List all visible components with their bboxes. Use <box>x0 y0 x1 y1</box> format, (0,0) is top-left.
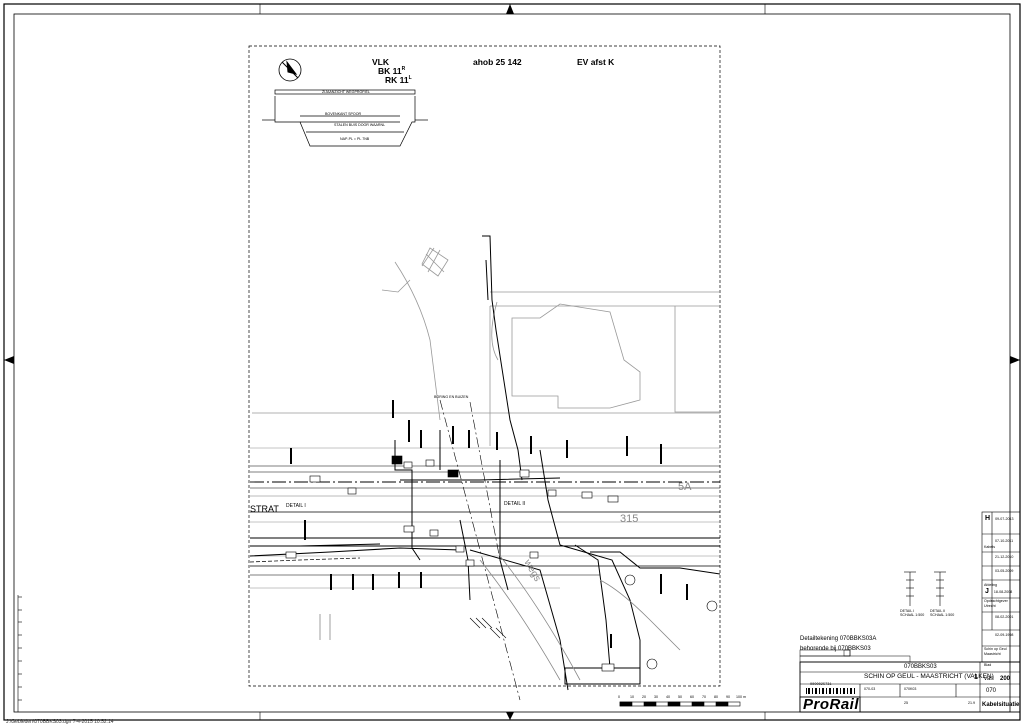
page-ref: 25 <box>904 701 908 705</box>
scale-tick: 20 <box>642 695 646 699</box>
prorail-logo: ProRail <box>803 696 860 713</box>
km-5a-label: 5A <box>678 481 692 493</box>
ev-label: EV afst K <box>577 57 615 67</box>
rev-row-5: J 18-08-2008 <box>985 588 1012 595</box>
scale-tick: 40 <box>666 695 670 699</box>
file-path-footer: J:\Gebieden\070BBKS03.dgn 7-4-2015 10:52… <box>6 719 114 725</box>
rev-letter: J <box>985 588 989 595</box>
scale-tick: 30 <box>654 695 658 699</box>
rk-sup: L <box>408 75 412 82</box>
sheet-total: 200 <box>1000 676 1011 682</box>
rev-row-2: 07-10-2011 <box>995 539 1014 544</box>
building-outlines <box>252 247 720 446</box>
bk-sup: R <box>401 66 406 73</box>
number-code: 070 <box>986 688 997 694</box>
rev-note-2: Utrecht <box>984 604 996 608</box>
scale-bar <box>619 701 741 707</box>
rk-label: RK 11L <box>385 76 412 85</box>
scale-tick: 100 m <box>736 695 746 699</box>
paper-size: 21.9 <box>968 701 975 705</box>
sheet-label: Blad <box>984 663 992 667</box>
drawing-number: 070BBKS03 <box>904 664 937 670</box>
track-bed <box>249 447 720 589</box>
rev-letter: H <box>985 515 991 522</box>
rev-date: 18-08-2008 <box>993 590 1013 594</box>
cable-routes <box>299 235 721 691</box>
rev-date: 02-09-1998 <box>995 633 1014 637</box>
scale-tick: 60 <box>690 695 694 699</box>
sheet-num: 1 <box>974 674 978 681</box>
detail-2-label: DETAIL II <box>504 501 526 507</box>
rev-note-6: Afdeling <box>984 583 997 587</box>
rev-row-7: 02-09-1998 <box>995 633 1014 638</box>
scale-symbol-1: DETAIL I SCHAAL 1:500 <box>900 609 925 617</box>
rev-row-1: H 09-07-2013 <box>985 515 1013 522</box>
scale-tick: 80 <box>714 695 718 699</box>
km-315-label: 315 <box>620 513 639 525</box>
scale-symbols <box>904 571 946 606</box>
cross-section-top: ZIJAANZICHT WEGPROFIEL <box>322 90 370 94</box>
rev-date: 09-07-2013 <box>995 517 1014 521</box>
left-ruler <box>17 595 22 712</box>
rev-date: 21-12-2010 <box>995 555 1014 559</box>
detail-1-label: DETAIL I <box>286 503 306 509</box>
rev-note-4: Maastricht <box>984 652 1001 656</box>
rk-text: RK 11 <box>385 75 409 85</box>
scale-tick: 90 <box>726 695 730 699</box>
detail-ref-line2: behorende bij 070BBKS03 <box>800 646 871 652</box>
code-b: 070K03 <box>904 687 917 691</box>
rev-date: 07-10-2011 <box>995 539 1014 543</box>
boring-label: BORING EN BUIZEN <box>434 395 469 399</box>
scale-symbol-2: DETAIL II SCHAAL 1:500 <box>930 609 955 617</box>
rev-date: 03-05-2009 <box>995 569 1014 573</box>
code-a: 070-03 <box>864 687 876 691</box>
scale-tick: 70 <box>702 695 706 699</box>
sheet-of: van <box>984 676 994 682</box>
cross-section-bottom: NAP-PL = PL 7NB <box>340 137 370 141</box>
rev-row-3: 21-12-2010 <box>995 555 1014 560</box>
rev-row-4: 03-05-2009 <box>995 569 1014 574</box>
rev-date: 08-02-2001 <box>995 615 1014 619</box>
barcode-icon <box>806 688 855 694</box>
drawing-type: Kabelsituatie <box>982 702 1020 708</box>
scale-tick: 10 <box>630 695 634 699</box>
detail-ref-line1: Detailtekening 070BBKS03A <box>800 636 877 642</box>
scale-tick: 0 <box>618 695 620 699</box>
rev-note-5: Kabels <box>984 545 995 549</box>
north-arrow-icon <box>278 58 302 82</box>
barcode-text: 0000025731 <box>810 683 832 687</box>
cross-section-mid: BOVENKANT SPOOR <box>325 112 362 116</box>
scale-tick: 50 <box>678 695 682 699</box>
cross-section-low: STALEN BUIS DOOR WAARNL <box>334 123 386 127</box>
rev-row-6: 08-02-2001 <box>995 615 1014 620</box>
ahob-label: ahob 25 142 <box>473 57 522 67</box>
drawing-frame <box>248 45 721 687</box>
street-label: STRAT <box>250 504 279 514</box>
drawing-sheet <box>3 3 1021 721</box>
hatched-markers <box>469 574 718 670</box>
